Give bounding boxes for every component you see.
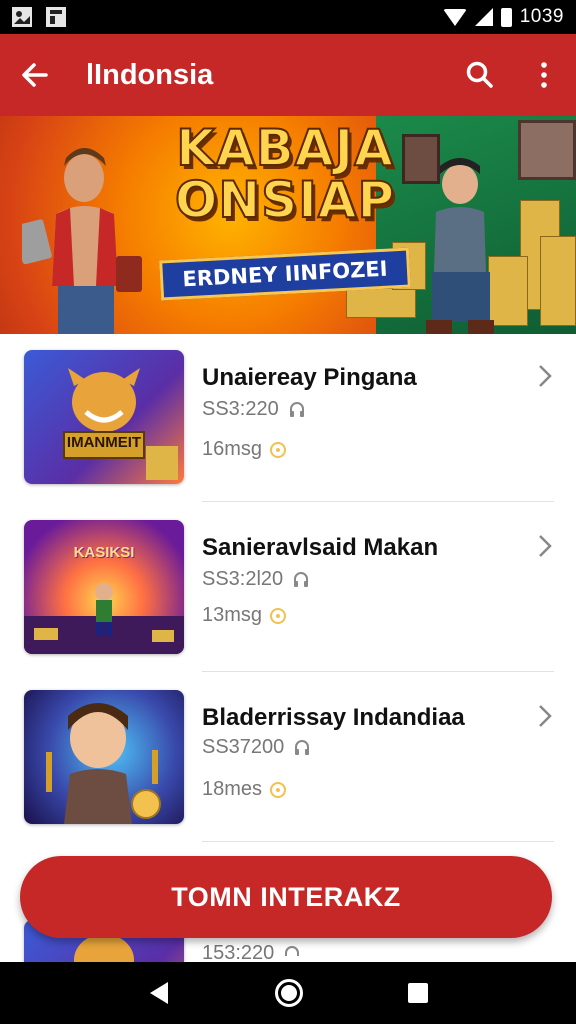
coin-icon: [270, 607, 287, 624]
item-count: 16msg: [202, 438, 287, 461]
arrow-left-icon: [22, 63, 48, 87]
item-thumbnail: KASIKSI: [24, 520, 184, 654]
status-bar: 1039: [0, 0, 576, 34]
list-item[interactable]: KASIKSI Sanieravlsaid Makan SS3:2l20 13m…: [0, 504, 576, 674]
coin-icon: [270, 441, 287, 458]
item-price: 153:220: [202, 942, 302, 962]
item-title: Unaiereay Pingana: [202, 364, 417, 391]
search-button[interactable]: [448, 34, 512, 116]
character-illustration: [46, 703, 161, 824]
gold-bars-stack: [346, 288, 416, 318]
item-price: SS3:220: [202, 398, 307, 421]
chevron-right-icon: [539, 535, 552, 557]
status-time: 1039: [519, 6, 564, 27]
item-thumbnail: IMANMEIT: [24, 350, 184, 484]
item-thumbnail: [24, 690, 184, 824]
primary-action-label: TOMN INTERAKZ: [171, 881, 401, 912]
list-item[interactable]: IMANMEIT Unaiereay Pingana SS3:220 16msg: [0, 334, 576, 504]
back-button[interactable]: [0, 34, 70, 116]
primary-action-button[interactable]: TOMN INTERAKZ: [20, 856, 552, 938]
divider: [202, 671, 554, 672]
chevron-right-icon: [539, 705, 552, 727]
battery-icon: [500, 7, 512, 27]
item-count: 13msg: [202, 604, 287, 627]
item-price-text: SS37200: [202, 736, 285, 758]
system-nav-bar: [0, 962, 576, 1024]
banner-title-line1: KABAJA: [175, 119, 394, 177]
more-vert-icon: [541, 62, 547, 88]
headset-icon: [294, 571, 309, 587]
page-title: lIndonsia: [86, 58, 214, 91]
divider: [202, 501, 554, 502]
divider: [202, 841, 554, 842]
item-count-text: 16msg: [202, 438, 263, 460]
character-illustration: [63, 368, 178, 480]
overflow-menu-button[interactable]: [512, 34, 576, 116]
search-icon: [466, 61, 493, 88]
item-price-text: SS3:2l20: [202, 568, 284, 590]
home-circle-icon[interactable]: [273, 977, 305, 1009]
item-price-text: SS3:220: [202, 398, 279, 420]
headset-icon: [289, 401, 304, 417]
character-illustration: [24, 583, 184, 654]
back-triangle-icon[interactable]: [146, 979, 172, 1007]
chevron-right-icon: [539, 365, 552, 387]
banner-title-line2: ONSIAP: [174, 171, 396, 229]
gold-bars-stack: [540, 236, 576, 326]
banner-picture-frame: [518, 120, 576, 180]
item-title: Sanieravlsaid Makan: [202, 534, 439, 561]
signal-icon: [474, 8, 493, 26]
recents-square-icon[interactable]: [406, 981, 430, 1005]
item-title: Bladerrissay Indandiaa: [202, 704, 465, 731]
item-count-text: 18mes: [202, 778, 263, 800]
notification-icon: [46, 7, 66, 27]
thumbnail-label: KASIKSI: [73, 544, 135, 561]
banner-character-left: [22, 148, 142, 334]
image-icon: [12, 7, 32, 27]
item-price-text: 153:220: [202, 942, 275, 962]
coin-icon: [270, 781, 287, 798]
app-bar: lIndonsia: [0, 34, 576, 116]
promo-banner[interactable]: KABAJA ONSIAP ERDNEY IINFOZEI: [0, 116, 576, 334]
thumbnail-label: IMANMEIT: [66, 434, 142, 451]
item-count-text: 13msg: [202, 604, 263, 626]
item-count: 18mes: [202, 778, 287, 801]
item-price: SS3:2l20: [202, 568, 311, 591]
list-item[interactable]: Bladerrissay Indandiaa SS37200 18mes: [0, 674, 576, 844]
item-price: SS37200: [202, 736, 312, 759]
banner-title: KABAJA ONSIAP: [150, 119, 420, 229]
wifi-icon: [442, 8, 467, 26]
headset-icon: [295, 739, 310, 755]
banner-character-right: [426, 158, 494, 334]
headset-icon: [285, 945, 300, 956]
